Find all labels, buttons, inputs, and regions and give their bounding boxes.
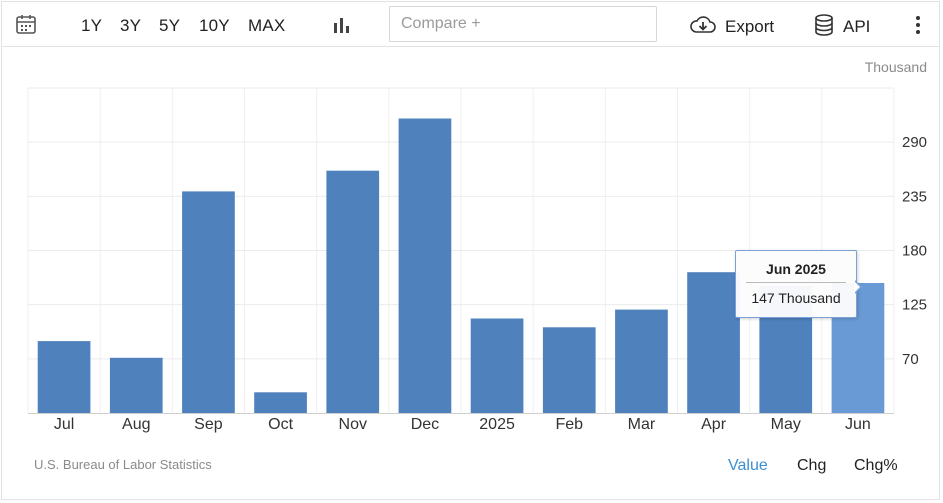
y-tick-label: 70 [902,351,919,368]
bar [326,170,380,413]
tab-value[interactable]: Value [728,457,768,475]
tooltip-value: 147 Thousand [751,290,841,306]
y-tick-label: 125 [902,297,927,314]
x-tick-label: Dec [411,416,439,433]
x-tick-label: 2025 [479,416,515,433]
bar [37,341,91,413]
x-tick-label: Feb [555,416,583,433]
bar [254,392,307,413]
x-tick-label: Jul [54,416,74,433]
tooltip-pointer-fill [854,281,860,293]
x-tick-label: Mar [628,416,656,433]
x-tick-label: Aug [122,416,150,433]
source-label: U.S. Bureau of Labor Statistics [34,457,212,472]
bar [687,272,740,413]
x-tick-label: Sep [194,416,223,433]
x-tick-label: Nov [339,416,367,433]
tab-chg[interactable]: Chg [797,457,826,475]
bar [109,357,163,413]
bar [615,309,668,413]
x-tick-label: Oct [268,416,293,433]
x-tick-label: Apr [701,416,727,433]
chart-tooltip: Jun 2025 147 Thousand [735,250,857,318]
tab-chg-percent[interactable]: Chg% [854,457,898,475]
bar [398,118,452,413]
y-tick-label: 235 [902,188,927,205]
bar [470,318,524,413]
bar [182,191,235,413]
y-tick-label: 290 [902,134,927,151]
x-tick-label: Jun [845,416,871,433]
tooltip-divider [746,282,846,283]
x-tick-label: May [771,416,801,433]
y-tick-label: 180 [902,243,927,260]
tooltip-title: Jun 2025 [766,261,826,277]
bar [542,327,596,413]
